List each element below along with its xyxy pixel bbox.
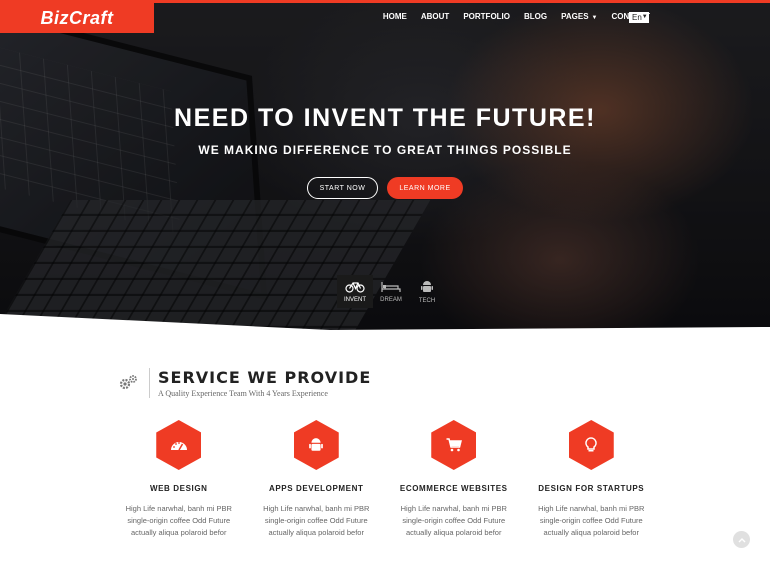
service-hexagon xyxy=(431,420,477,470)
nav-blog[interactable]: BLOG xyxy=(524,10,547,25)
service-description: High Life narwhal, banh mi PBR single-or… xyxy=(538,504,645,537)
nav-pages[interactable]: PAGES ▼ xyxy=(561,10,597,25)
chevron-up-icon xyxy=(738,537,745,542)
service-hexagon xyxy=(293,420,339,470)
services-grid: WEB DESIGN High Life narwhal, banh mi PB… xyxy=(110,420,660,539)
dashboard-icon xyxy=(170,442,187,451)
services-header: SERVICE WE PROVIDE A Quality Experience … xyxy=(117,368,371,398)
service-card-ecommerce: ECOMMERCE WEBSITES High Life narwhal, ba… xyxy=(385,420,523,539)
bicycle-icon xyxy=(345,281,365,293)
nav-home[interactable]: HOME xyxy=(383,10,407,25)
nav-portfolio[interactable]: PORTFOLIO xyxy=(463,10,510,25)
nav-pages-label: PAGES xyxy=(561,12,589,21)
hero-subtitle: WE MAKING DIFFERENCE TO GREAT THINGS POS… xyxy=(198,143,572,157)
scroll-to-top-button[interactable] xyxy=(733,531,750,548)
start-now-button[interactable]: START NOW xyxy=(307,177,378,199)
android-icon xyxy=(421,280,433,292)
bed-icon xyxy=(381,281,401,292)
section-subtitle: A Quality Experience Team With 4 Years E… xyxy=(158,389,328,398)
hero-title: NEED TO INVENT THE FUTURE! xyxy=(174,104,596,132)
service-card-startups: DESIGN FOR STARTUPS High Life narwhal, b… xyxy=(523,420,661,539)
gears-icon xyxy=(117,372,139,394)
caret-down-icon: ▼ xyxy=(591,15,598,21)
service-title: WEB DESIGN xyxy=(149,484,208,493)
lightbulb-icon xyxy=(585,437,597,452)
hero-bottom-curve xyxy=(0,314,770,350)
service-description: High Life narwhal, banh mi PBR single-or… xyxy=(263,504,370,537)
main-nav: HOME ABOUT PORTFOLIO BLOG PAGES▼ CONTACT xyxy=(369,10,650,25)
service-description: High Life narwhal, banh mi PBR single-or… xyxy=(125,504,232,537)
nav-about[interactable]: ABOUT xyxy=(421,10,449,25)
language-value: En xyxy=(632,13,642,22)
cart-icon xyxy=(446,438,462,452)
language-select[interactable]: En ▼ xyxy=(629,12,649,23)
section-title: SERVICE WE PROVIDE xyxy=(158,368,372,387)
service-hexagon xyxy=(156,420,202,470)
chevron-down-icon: ▼ xyxy=(641,14,648,20)
service-hexagon xyxy=(568,420,614,470)
site-logo[interactable]: BizCraft xyxy=(0,3,154,33)
service-title: APPS DEVELOPMENT xyxy=(268,484,364,493)
service-title: ECOMMERCE WEBSITES xyxy=(399,484,508,493)
service-title: DESIGN FOR STARTUPS xyxy=(538,484,645,493)
learn-more-button[interactable]: LEARN MORE xyxy=(387,177,463,199)
service-description: High Life narwhal, banh mi PBR single-or… xyxy=(400,504,507,537)
service-card-apps-development: APPS DEVELOPMENT High Life narwhal, banh… xyxy=(248,420,386,539)
android-icon xyxy=(309,438,324,451)
service-card-web-design: WEB DESIGN High Life narwhal, banh mi PB… xyxy=(110,420,248,539)
